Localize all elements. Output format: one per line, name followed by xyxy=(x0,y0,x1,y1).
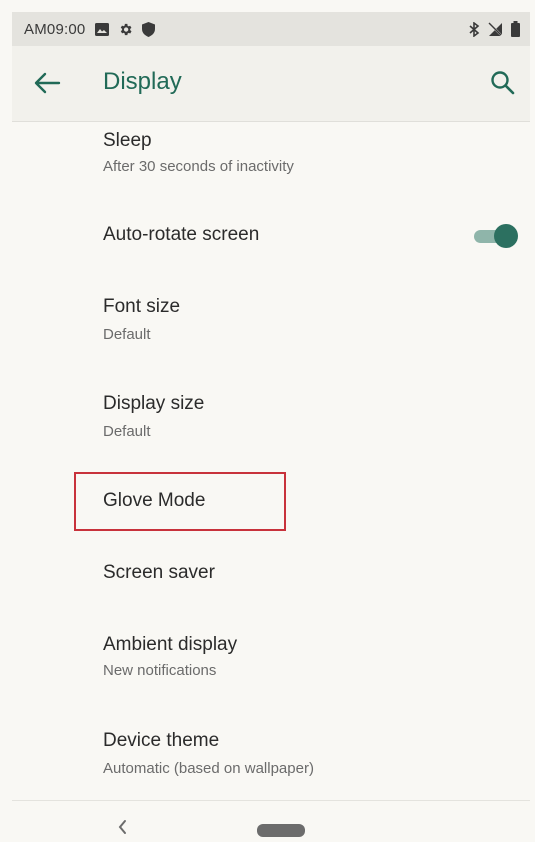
setting-title: Screen saver xyxy=(103,562,215,583)
setting-ambient-display[interactable]: Ambient display New notifications xyxy=(12,616,530,696)
chevron-left-icon xyxy=(118,820,126,834)
back-button[interactable] xyxy=(32,70,62,96)
auto-rotate-toggle[interactable] xyxy=(472,223,518,249)
bluetooth-icon xyxy=(469,21,480,37)
setting-display-size[interactable]: Display size Default xyxy=(12,380,530,460)
navigation-bar xyxy=(12,800,530,837)
toggle-thumb xyxy=(494,224,518,248)
no-signal-icon xyxy=(488,22,503,37)
setting-screen-saver[interactable]: Screen saver xyxy=(12,550,530,606)
shield-icon xyxy=(142,21,156,37)
search-icon xyxy=(491,71,515,95)
setting-subtitle: Default xyxy=(103,423,151,440)
setting-subtitle: Default xyxy=(103,326,151,343)
glove-mode-highlight-box xyxy=(74,472,286,531)
setting-subtitle: New notifications xyxy=(103,662,217,679)
setting-subtitle: Automatic (based on wallpaper) xyxy=(103,760,314,777)
page-title: Display xyxy=(103,68,182,95)
setting-title: Display size xyxy=(103,393,205,414)
setting-subtitle: After 30 seconds of inactivity xyxy=(103,158,294,175)
app-bar: Display xyxy=(12,46,530,122)
home-pill-icon[interactable] xyxy=(257,824,305,837)
gear-icon xyxy=(118,22,133,37)
setting-title: Font size xyxy=(103,296,181,317)
setting-device-theme[interactable]: Device theme Automatic (based on wallpap… xyxy=(12,714,530,794)
setting-title: Ambient display xyxy=(103,634,238,655)
status-bar: AM09:00 xyxy=(12,12,530,46)
nav-back-button[interactable] xyxy=(115,817,129,837)
status-time: AM09:00 xyxy=(24,20,86,38)
arrow-left-icon xyxy=(34,72,61,94)
setting-sleep[interactable]: Sleep After 30 seconds of inactivity xyxy=(12,122,530,186)
search-button[interactable] xyxy=(488,68,518,98)
image-icon xyxy=(95,22,110,36)
setting-title: Sleep xyxy=(103,130,152,151)
setting-auto-rotate[interactable]: Auto-rotate screen xyxy=(12,202,530,272)
setting-title: Device theme xyxy=(103,730,220,751)
setting-title: Auto-rotate screen xyxy=(103,224,260,245)
battery-icon xyxy=(511,21,520,37)
setting-font-size[interactable]: Font size Default xyxy=(12,282,530,362)
